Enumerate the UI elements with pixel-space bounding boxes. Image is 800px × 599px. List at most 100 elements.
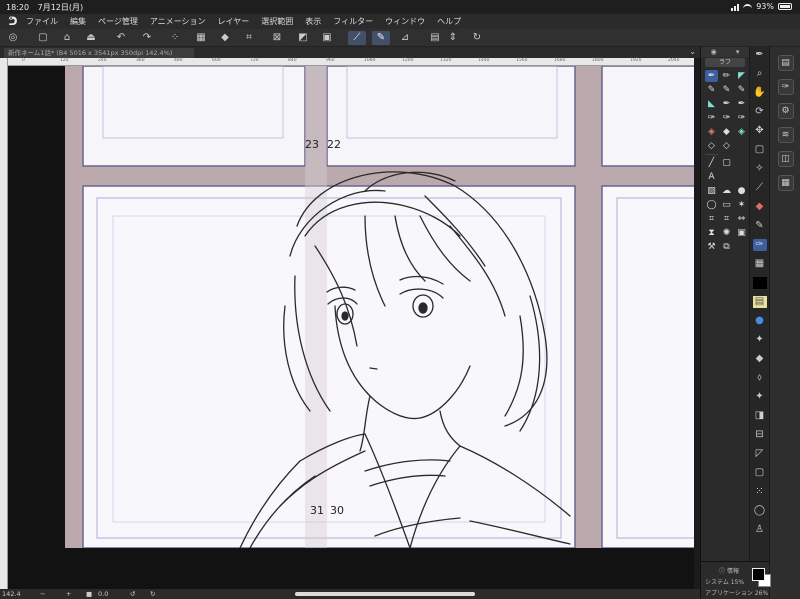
canvas-viewport[interactable]: 23 22 31 30 — [8, 66, 694, 589]
redo-icon[interactable]: ↷ — [140, 31, 154, 45]
frame-border-icon[interactable]: ⊟ — [753, 429, 767, 441]
marker-tool-icon[interactable]: ◤ — [735, 70, 748, 82]
eyedropper-icon[interactable]: ⟋ — [753, 182, 767, 194]
ink-tool-icon[interactable]: ✑ — [720, 112, 733, 124]
snap-ruler-icon[interactable]: ⟋ — [348, 31, 366, 45]
pen-tool-icon[interactable]: ✒ — [705, 70, 718, 82]
flip-tool-icon[interactable]: ⇔ — [735, 213, 748, 225]
navigator-panel-button[interactable]: ▤ — [777, 55, 794, 71]
tone-tool-icon[interactable]: ▨ — [705, 185, 718, 197]
figure-icon[interactable]: ♙ — [753, 524, 767, 536]
brush-tool-icon[interactable]: ✎ — [720, 84, 733, 96]
zoom-value[interactable]: 142.4 — [2, 590, 21, 598]
menu-help[interactable]: ヘルプ — [437, 16, 461, 27]
move-icon[interactable]: ✥ — [753, 125, 767, 137]
cloud-tool-icon[interactable]: ☁ — [720, 185, 733, 197]
layer-property-button[interactable]: ◫ — [777, 151, 794, 167]
chevron-down-icon[interactable]: ⌄ — [689, 47, 696, 56]
menu-window[interactable]: ウィンドウ — [385, 16, 425, 27]
menu-selection[interactable]: 選択範囲 — [261, 16, 293, 27]
rotate-right-icon[interactable]: ↻ — [150, 590, 155, 598]
line-tool-icon[interactable]: ╱ — [705, 157, 718, 169]
new-file-icon[interactable]: ▢ — [36, 31, 50, 45]
ink-tool-icon[interactable]: ✑ — [705, 112, 718, 124]
menu-edit[interactable]: 編集 — [70, 16, 86, 27]
magnifier-icon[interactable]: ⌕ — [753, 68, 767, 80]
sparkle-tool-icon[interactable]: ✶ — [735, 199, 748, 211]
rect-select-icon[interactable]: ▣ — [320, 31, 334, 45]
select-tool-icon[interactable]: ▭ — [720, 199, 733, 211]
fill-drop-icon[interactable]: ⬨ — [753, 372, 767, 384]
menu-file[interactable]: ファイル — [26, 16, 58, 27]
dotted-select-icon[interactable]: ⁙ — [753, 486, 767, 498]
texture-icon[interactable]: ▦ — [753, 258, 767, 270]
brush-icon[interactable]: ✑ — [752, 239, 767, 251]
pen-icon[interactable]: ✎ — [753, 220, 767, 232]
shape-icon[interactable]: ▢ — [753, 467, 767, 479]
gradient-icon[interactable]: ◩ — [296, 31, 310, 45]
menu-view[interactable]: 表示 — [305, 16, 321, 27]
transform-icon[interactable]: ⌗ — [242, 31, 256, 45]
lasso-tool-icon[interactable]: ◯ — [705, 199, 718, 211]
sticky-note-icon[interactable]: ▤ — [752, 296, 767, 308]
copy-tool-icon[interactable]: ⧉ — [720, 241, 733, 253]
subtool-group-label[interactable]: ラフ — [705, 58, 745, 67]
balloon-icon[interactable]: ◯ — [753, 505, 767, 517]
globe-icon[interactable]: ● — [753, 315, 767, 327]
rotate-view-icon[interactable]: ⟳ — [753, 106, 767, 118]
crop-icon[interactable]: ⊠ — [270, 31, 284, 45]
app-logo-icon[interactable]: ᕤ — [0, 15, 26, 28]
fit-icon[interactable]: ■ — [86, 590, 92, 598]
blob-tool-icon[interactable]: ● — [735, 185, 748, 197]
snap-grid-icon[interactable]: ⊿ — [398, 31, 412, 45]
fill-icon[interactable]: ◆ — [218, 31, 232, 45]
menu-filter[interactable]: フィルター — [333, 16, 373, 27]
airbrush-tool-icon[interactable]: ◈ — [735, 126, 748, 138]
menu-animation[interactable]: アニメーション — [150, 16, 206, 27]
info-row[interactable]: ⓘ 情報 — [719, 566, 739, 575]
canvas-tab[interactable]: 新作ネーム1話* (B4 5016 x 3541px 350dpi 142.4%… — [4, 48, 194, 58]
brush-tool-icon[interactable]: ✎ — [705, 84, 718, 96]
menu-layer[interactable]: レイヤー — [218, 16, 250, 27]
eraser-tool-icon[interactable]: ◇ — [720, 140, 733, 152]
edit-toolbar-icon[interactable]: ↻ — [470, 31, 484, 45]
brush-panel-button[interactable]: ✑ — [777, 79, 794, 95]
rectangle-tool-icon[interactable]: ▢ — [720, 157, 733, 169]
eraser-icon[interactable]: ◆ — [753, 353, 767, 365]
image-tool-icon[interactable]: ▣ — [735, 227, 748, 239]
manga-page[interactable]: 23 22 31 30 — [65, 66, 694, 549]
brush-tool-icon[interactable]: ✎ — [735, 84, 748, 96]
open-folder-icon[interactable]: ⌂ — [60, 31, 74, 45]
paint-tool-icon[interactable]: ◣ — [705, 98, 718, 110]
frame-tool-icon[interactable]: ⌗ — [720, 213, 733, 225]
zoom-in-icon[interactable]: + — [66, 590, 71, 598]
eraser-tool-icon[interactable]: ◇ — [705, 140, 718, 152]
rotate-left-icon[interactable]: ↺ — [130, 590, 135, 598]
foreground-color-swatch[interactable] — [752, 568, 765, 581]
hand-icon[interactable]: ✋ — [753, 87, 767, 99]
hourglass-tool-icon[interactable]: ⧗ — [705, 227, 718, 239]
snap-special-ruler-icon[interactable]: ✎ — [372, 31, 390, 45]
clear-icon[interactable]: ▦ — [194, 31, 208, 45]
pencil-tool-icon[interactable]: ✏ — [720, 70, 733, 82]
deselect-icon[interactable]: ⁘ — [168, 31, 182, 45]
color-swatch-icon[interactable]: ◆ — [753, 201, 767, 213]
color-tool-icon[interactable]: ◈ — [705, 126, 718, 138]
eye-icon[interactable]: ◉ — [711, 48, 717, 56]
undo-icon[interactable]: ↶ — [114, 31, 128, 45]
clip-studio-icon[interactable]: ◎ — [6, 31, 20, 45]
black-fill-icon[interactable] — [752, 277, 767, 289]
zoom-out-icon[interactable]: − — [40, 590, 45, 598]
frame-tool-icon[interactable]: ⌗ — [705, 213, 718, 225]
gradient-icon[interactable]: ◨ — [753, 410, 767, 422]
stepper-icon[interactable]: ⇕ — [446, 31, 460, 45]
tone-icon[interactable]: ✦ — [753, 391, 767, 403]
layer-menu-icon[interactable]: ▾ — [736, 48, 740, 56]
ink-tool-icon[interactable]: ✑ — [735, 112, 748, 124]
save-icon[interactable]: ⏏ — [84, 31, 98, 45]
sparkle-icon[interactable]: ✦ — [753, 334, 767, 346]
pen-tool-icon[interactable]: ✒ — [720, 98, 733, 110]
view-icon[interactable]: ▤ — [428, 31, 442, 45]
layer-panel-button[interactable]: ≋ — [777, 127, 794, 143]
select-rect-icon[interactable]: ▢ — [753, 144, 767, 156]
